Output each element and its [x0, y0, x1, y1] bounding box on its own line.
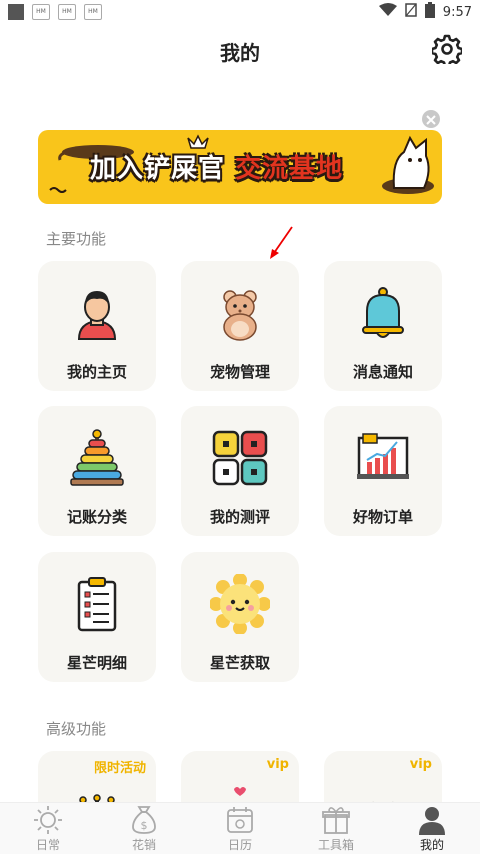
bottom-nav: 日常 $ 花销 日历 工具箱 我的	[0, 802, 480, 854]
notification-badge-2: HM	[58, 4, 76, 20]
banner-title: 加入铲屎官 交流基地	[90, 148, 343, 185]
calendar-icon	[224, 805, 256, 835]
annotation-arrow-icon	[270, 226, 293, 259]
nav-label: 工具箱	[317, 837, 354, 852]
gear-icon	[430, 34, 464, 68]
app-square-icon	[8, 4, 24, 20]
money-bag-icon: $	[128, 805, 160, 835]
nav-label: 日历	[227, 837, 252, 852]
tile-get-stars[interactable]: 星芒获取	[181, 552, 299, 682]
battery-icon	[424, 2, 435, 22]
clipboard-list-icon	[67, 574, 127, 634]
banner-close-button[interactable]	[422, 110, 440, 128]
gift-box-icon	[320, 805, 352, 835]
svg-text:$: $	[141, 819, 148, 832]
banner-text-main: 加入铲屎官	[90, 154, 226, 184]
tile-label: 星芒明细	[66, 654, 127, 672]
couple-icon	[210, 773, 270, 802]
banner-wrap: 加入铲屎官 交流基地	[38, 130, 442, 204]
tile-star-details[interactable]: 星芒明细	[38, 552, 156, 682]
nav-item-expenses[interactable]: $ 花销	[109, 805, 179, 853]
nav-label: 日常	[35, 837, 60, 852]
status-time: 9:57	[442, 4, 472, 20]
crown-icon	[67, 779, 127, 802]
tile-label: 好物订单	[352, 508, 413, 526]
tile-goods-orders[interactable]: 好物订单	[324, 406, 442, 536]
tile-limited-event[interactable]: 限时活动	[38, 751, 156, 802]
notification-badge-1: HM	[32, 4, 50, 20]
header: 我的	[0, 24, 480, 78]
tile-label: 我的测评	[209, 508, 270, 526]
tile-label: 星芒获取	[209, 654, 270, 672]
user-avatar-icon	[67, 283, 127, 343]
tile-label: 宠物管理	[209, 363, 270, 381]
tile-label: 我的主页	[66, 363, 127, 381]
nav-item-daily[interactable]: 日常	[13, 805, 83, 853]
section-title-advanced: 高级功能	[46, 720, 107, 738]
tile-tag: vip	[266, 757, 289, 772]
status-bar: HM HM HM 9:57	[0, 0, 480, 24]
section-title-main: 主要功能	[46, 230, 107, 248]
close-icon	[426, 110, 436, 129]
sim-icon	[405, 3, 417, 21]
promo-banner[interactable]: 加入铲屎官 交流基地	[38, 130, 442, 204]
tile-accounting-categories[interactable]: 记账分类	[38, 406, 156, 536]
tile-vip-shirt[interactable]: vip	[324, 751, 442, 802]
notification-badge-3: HM	[84, 4, 102, 20]
tile-vip-couple[interactable]: vip	[181, 751, 299, 802]
banner-text-highlight: 交流基地	[235, 154, 344, 184]
page-title: 我的	[220, 40, 260, 65]
nav-label: 我的	[419, 837, 444, 852]
tile-my-homepage[interactable]: 我的主页	[38, 261, 156, 391]
tile-my-reviews[interactable]: 我的测评	[181, 406, 299, 536]
bar-chart-icon	[353, 428, 413, 488]
tile-pet-management[interactable]: 宠物管理	[181, 261, 299, 391]
ring-stack-icon	[67, 428, 127, 488]
wifi-icon	[378, 3, 397, 21]
person-icon	[416, 805, 448, 835]
nav-label: 花销	[131, 837, 156, 852]
nav-item-mine[interactable]: 我的	[397, 805, 467, 853]
grid-squares-icon	[210, 428, 270, 488]
content-area: 加入铲屎官 交流基地 主要功能 我的主页 宠物管理 消息通知 记账分类 我的测评…	[0, 78, 480, 802]
nav-item-calendar[interactable]: 日历	[205, 805, 275, 853]
status-right: 9:57	[378, 2, 472, 22]
tile-notifications[interactable]: 消息通知	[324, 261, 442, 391]
status-left: HM HM HM	[8, 4, 102, 20]
settings-button[interactable]	[430, 34, 464, 68]
sun-icon	[32, 805, 64, 835]
tile-label: 消息通知	[352, 363, 413, 381]
bell-icon	[353, 283, 413, 343]
nav-item-toolbox[interactable]: 工具箱	[301, 805, 371, 853]
tile-label: 记账分类	[66, 508, 127, 526]
sun-face-icon	[210, 574, 270, 634]
tile-tag: vip	[409, 757, 432, 772]
shirt-icon	[353, 773, 413, 802]
hamster-icon	[210, 283, 270, 343]
tile-tag: 限时活动	[93, 761, 146, 776]
